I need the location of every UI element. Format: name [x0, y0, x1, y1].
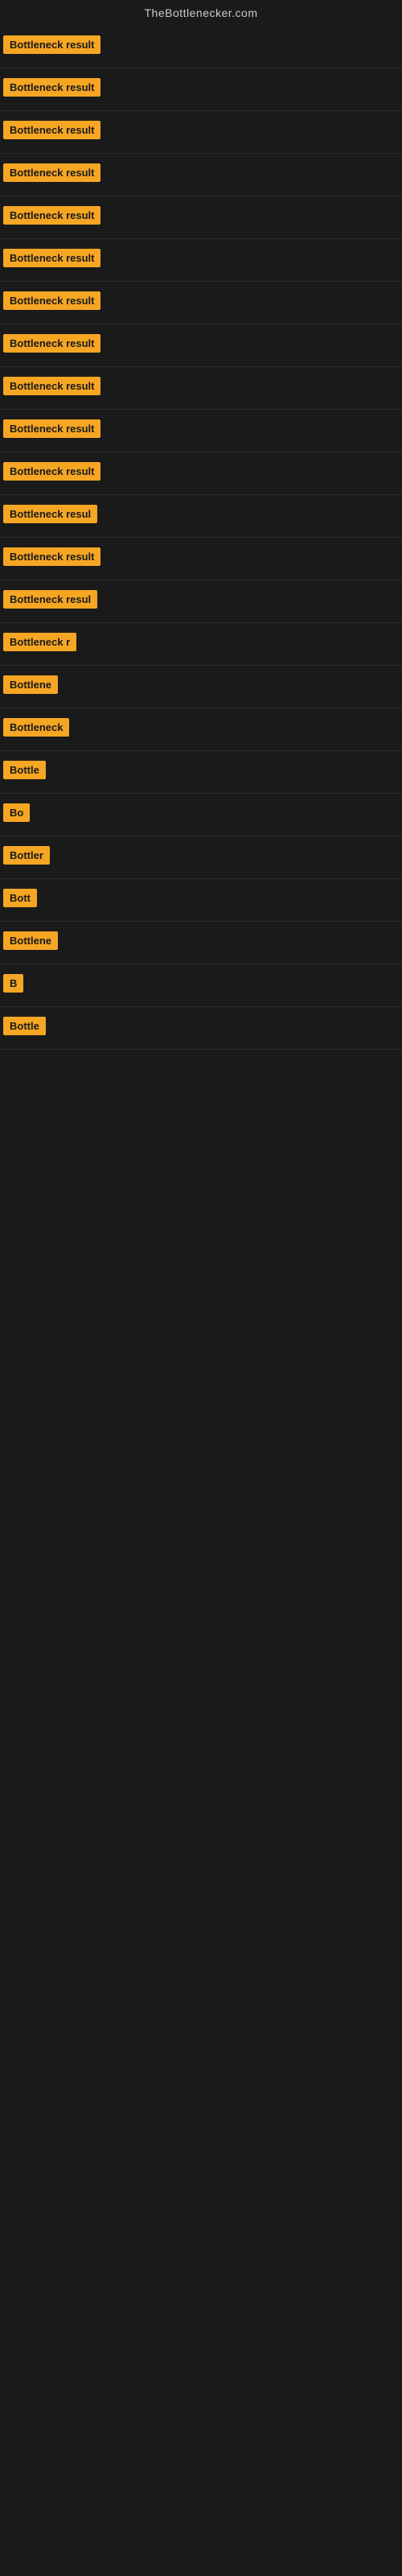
- list-item: Bottler: [0, 836, 402, 879]
- bottleneck-result-badge[interactable]: Bottlene: [3, 675, 58, 694]
- bottleneck-result-badge[interactable]: Bottleneck result: [3, 291, 100, 310]
- bottleneck-result-badge[interactable]: Bottler: [3, 846, 50, 865]
- bottleneck-result-badge[interactable]: Bottleneck result: [3, 547, 100, 566]
- list-item: Bott: [0, 879, 402, 922]
- bottleneck-result-badge[interactable]: Bottleneck result: [3, 334, 100, 353]
- list-item: Bottleneck result: [0, 154, 402, 196]
- bottleneck-result-badge[interactable]: Bottleneck result: [3, 163, 100, 182]
- bottleneck-result-badge[interactable]: Bottleneck result: [3, 462, 100, 481]
- bottleneck-result-badge[interactable]: Bo: [3, 803, 30, 822]
- list-item: Bottleneck resul: [0, 495, 402, 538]
- list-item: Bottleneck resul: [0, 580, 402, 623]
- list-item: Bo: [0, 794, 402, 836]
- list-item: Bottleneck result: [0, 26, 402, 68]
- list-item: Bottleneck result: [0, 196, 402, 239]
- list-item: Bottleneck: [0, 708, 402, 751]
- list-item: Bottleneck r: [0, 623, 402, 666]
- bottleneck-result-badge[interactable]: Bottlene: [3, 931, 58, 950]
- bottleneck-result-badge[interactable]: Bottleneck result: [3, 249, 100, 267]
- bottleneck-result-badge[interactable]: Bottleneck result: [3, 121, 100, 139]
- bottleneck-result-badge[interactable]: Bottleneck resul: [3, 590, 97, 609]
- list-item: Bottleneck result: [0, 367, 402, 410]
- list-item: Bottle: [0, 751, 402, 794]
- bottleneck-result-badge[interactable]: Bottleneck: [3, 718, 69, 737]
- list-item: Bottleneck result: [0, 538, 402, 580]
- list-item: Bottleneck result: [0, 282, 402, 324]
- bottleneck-result-badge[interactable]: Bottleneck result: [3, 35, 100, 54]
- bottleneck-result-badge[interactable]: B: [3, 974, 23, 993]
- bottleneck-result-badge[interactable]: Bottleneck r: [3, 633, 76, 651]
- bottleneck-result-badge[interactable]: Bottleneck result: [3, 377, 100, 395]
- list-item: Bottlene: [0, 666, 402, 708]
- list-item: B: [0, 964, 402, 1007]
- bottleneck-result-badge[interactable]: Bottle: [3, 761, 46, 779]
- site-title: TheBottlenecker.com: [0, 0, 402, 26]
- bottleneck-result-badge[interactable]: Bottleneck result: [3, 206, 100, 225]
- bottleneck-result-badge[interactable]: Bott: [3, 889, 37, 907]
- list-item: Bottleneck result: [0, 452, 402, 495]
- bottleneck-result-badge[interactable]: Bottleneck result: [3, 78, 100, 97]
- list-item: Bottleneck result: [0, 410, 402, 452]
- list-item: Bottleneck result: [0, 324, 402, 367]
- list-item: Bottleneck result: [0, 68, 402, 111]
- list-item: Bottlene: [0, 922, 402, 964]
- list-item: Bottleneck result: [0, 239, 402, 282]
- bottleneck-result-badge[interactable]: Bottleneck result: [3, 419, 100, 438]
- bottleneck-result-badge[interactable]: Bottleneck resul: [3, 505, 97, 523]
- bottleneck-result-badge[interactable]: Bottle: [3, 1017, 46, 1035]
- list-item: Bottleneck result: [0, 111, 402, 154]
- list-item: Bottle: [0, 1007, 402, 1050]
